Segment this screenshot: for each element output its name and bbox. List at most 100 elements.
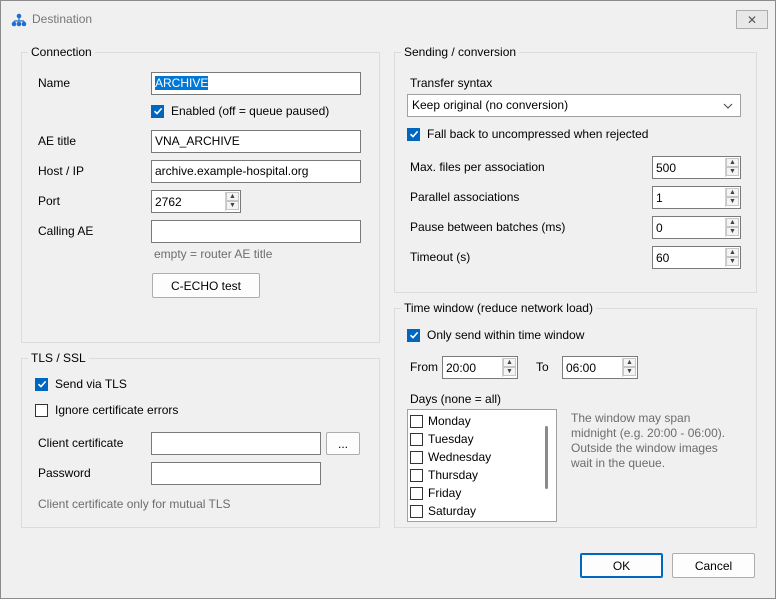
name-input-value: ARCHIVE <box>155 76 209 90</box>
host-input[interactable]: archive.example-hospital.org <box>151 160 361 183</box>
ae-title-value: VNA_ARCHIVE <box>155 134 240 148</box>
checkbox-unchecked-icon <box>410 468 423 482</box>
browse-certificate-button[interactable]: ... <box>326 432 360 455</box>
day-label: Friday <box>428 486 462 500</box>
browse-label: ... <box>337 436 348 451</box>
ignore-cert-checkbox[interactable]: Ignore certificate errors <box>35 403 178 417</box>
sending-group-title: Sending / conversion <box>401 45 520 59</box>
timeout-stepper[interactable]: 60 ▲ ▼ <box>652 246 741 269</box>
day-label: Tuesday <box>428 432 474 446</box>
checkbox-checked-icon <box>151 104 164 118</box>
day-label: Thursday <box>428 468 479 482</box>
checkbox-unchecked-icon <box>410 450 423 464</box>
fallback-uncompressed-checkbox[interactable]: Fall back to uncompressed when rejected <box>407 127 648 141</box>
pause-label: Pause between batches (ms) <box>410 220 566 234</box>
name-input[interactable]: ARCHIVE <box>151 72 361 95</box>
ignore-cert-label: Ignore certificate errors <box>55 403 179 417</box>
days-checklist[interactable]: Monday Tuesday Wednesday Thursday Friday… <box>407 409 557 522</box>
day-label: Monday <box>428 414 471 428</box>
transfer-syntax-label: Transfer syntax <box>410 76 493 90</box>
parallel-value: 1 <box>656 191 663 205</box>
decrement-icon[interactable]: ▼ <box>726 257 739 266</box>
title-bar: Destination ✕ <box>1 1 775 37</box>
decrement-icon[interactable]: ▼ <box>623 367 636 376</box>
max-files-stepper[interactable]: 500 ▲ ▼ <box>652 156 741 179</box>
port-label: Port <box>38 194 61 208</box>
connection-group-title: Connection <box>28 45 95 59</box>
close-button[interactable]: ✕ <box>736 10 768 29</box>
name-label: Name <box>38 76 71 90</box>
day-item-friday[interactable]: Friday <box>410 484 461 502</box>
checkbox-checked-icon <box>35 377 48 391</box>
day-label: Saturday <box>428 504 477 518</box>
pause-value: 0 <box>656 221 663 235</box>
timeout-value: 60 <box>656 251 670 265</box>
parallel-label: Parallel associations <box>410 190 520 204</box>
tls-hint: Client certificate only for mutual TLS <box>38 497 231 511</box>
calling-ae-input[interactable] <box>151 220 361 243</box>
network-tree-icon <box>11 13 27 27</box>
day-item-tuesday[interactable]: Tuesday <box>410 430 474 448</box>
checkbox-checked-icon <box>407 127 420 141</box>
increment-icon[interactable]: ▲ <box>226 192 239 201</box>
port-stepper[interactable]: 2762 ▲ ▼ <box>151 190 241 213</box>
calling-ae-label: Calling AE <box>38 224 94 238</box>
to-time-picker[interactable]: 06:00 ▲ ▼ <box>562 356 638 379</box>
decrement-icon[interactable]: ▼ <box>503 367 516 376</box>
parallel-stepper[interactable]: 1 ▲ ▼ <box>652 186 741 209</box>
timeout-label: Timeout (s) <box>410 250 471 264</box>
window-title: Destination <box>32 12 93 26</box>
day-item-wednesday[interactable]: Wednesday <box>410 448 491 466</box>
only-send-label: Only send within time window <box>427 328 585 342</box>
day-item-monday[interactable]: Monday <box>410 412 471 430</box>
decrement-icon[interactable]: ▼ <box>226 201 239 210</box>
transfer-syntax-value: Keep original (no conversion) <box>412 98 569 112</box>
c-echo-test-button[interactable]: C-ECHO test <box>152 273 260 298</box>
ae-title-input[interactable]: VNA_ARCHIVE <box>151 130 361 153</box>
checkbox-unchecked-icon <box>35 403 48 417</box>
increment-icon[interactable]: ▲ <box>726 188 739 197</box>
decrement-icon[interactable]: ▼ <box>726 197 739 206</box>
from-label: From <box>410 360 438 374</box>
increment-icon[interactable]: ▲ <box>726 158 739 167</box>
days-scrollbar[interactable] <box>545 426 548 489</box>
pause-stepper[interactable]: 0 ▲ ▼ <box>652 216 741 239</box>
increment-icon[interactable]: ▲ <box>726 248 739 257</box>
ok-button[interactable]: OK <box>580 553 663 578</box>
to-time-value: 06:00 <box>566 361 597 375</box>
password-input[interactable] <box>151 462 321 485</box>
checkbox-unchecked-icon <box>410 486 423 500</box>
cancel-button[interactable]: Cancel <box>672 553 755 578</box>
fallback-label: Fall back to uncompressed when rejected <box>427 127 649 141</box>
day-item-thursday[interactable]: Thursday <box>410 466 478 484</box>
only-send-window-checkbox[interactable]: Only send within time window <box>407 328 584 342</box>
max-files-value: 500 <box>656 161 677 175</box>
send-tls-checkbox[interactable]: Send via TLS <box>35 377 127 391</box>
decrement-icon[interactable]: ▼ <box>726 227 739 236</box>
days-label: Days (none = all) <box>410 392 502 406</box>
increment-icon[interactable]: ▲ <box>623 358 636 367</box>
time-window-note: The window may span midnight (e.g. 20:00… <box>571 411 726 470</box>
password-label: Password <box>38 466 91 480</box>
day-item-saturday[interactable]: Saturday <box>410 502 476 520</box>
from-time-picker[interactable]: 20:00 ▲ ▼ <box>442 356 518 379</box>
calling-ae-hint: empty = router AE title <box>154 247 273 261</box>
tls-group-title: TLS / SSL <box>28 351 89 365</box>
c-echo-test-label: C-ECHO test <box>170 278 241 293</box>
send-tls-label: Send via TLS <box>55 377 127 391</box>
day-label: Wednesday <box>428 450 492 464</box>
checkbox-unchecked-icon <box>410 432 423 446</box>
client-cert-input[interactable] <box>151 432 321 455</box>
increment-icon[interactable]: ▲ <box>726 218 739 227</box>
increment-icon[interactable]: ▲ <box>503 358 516 367</box>
to-label: To <box>536 360 549 374</box>
close-icon: ✕ <box>746 12 758 27</box>
enabled-checkbox[interactable]: Enabled (off = queue paused) <box>151 104 329 118</box>
host-value: archive.example-hospital.org <box>155 164 309 178</box>
transfer-syntax-select[interactable]: Keep original (no conversion) <box>407 94 741 117</box>
decrement-icon[interactable]: ▼ <box>726 167 739 176</box>
host-label: Host / IP <box>38 164 85 178</box>
destination-dialog: Destination ✕ Connection Name ARCHIVE En… <box>0 0 776 599</box>
ok-label: OK <box>612 558 631 573</box>
client-cert-label: Client certificate <box>38 436 124 450</box>
